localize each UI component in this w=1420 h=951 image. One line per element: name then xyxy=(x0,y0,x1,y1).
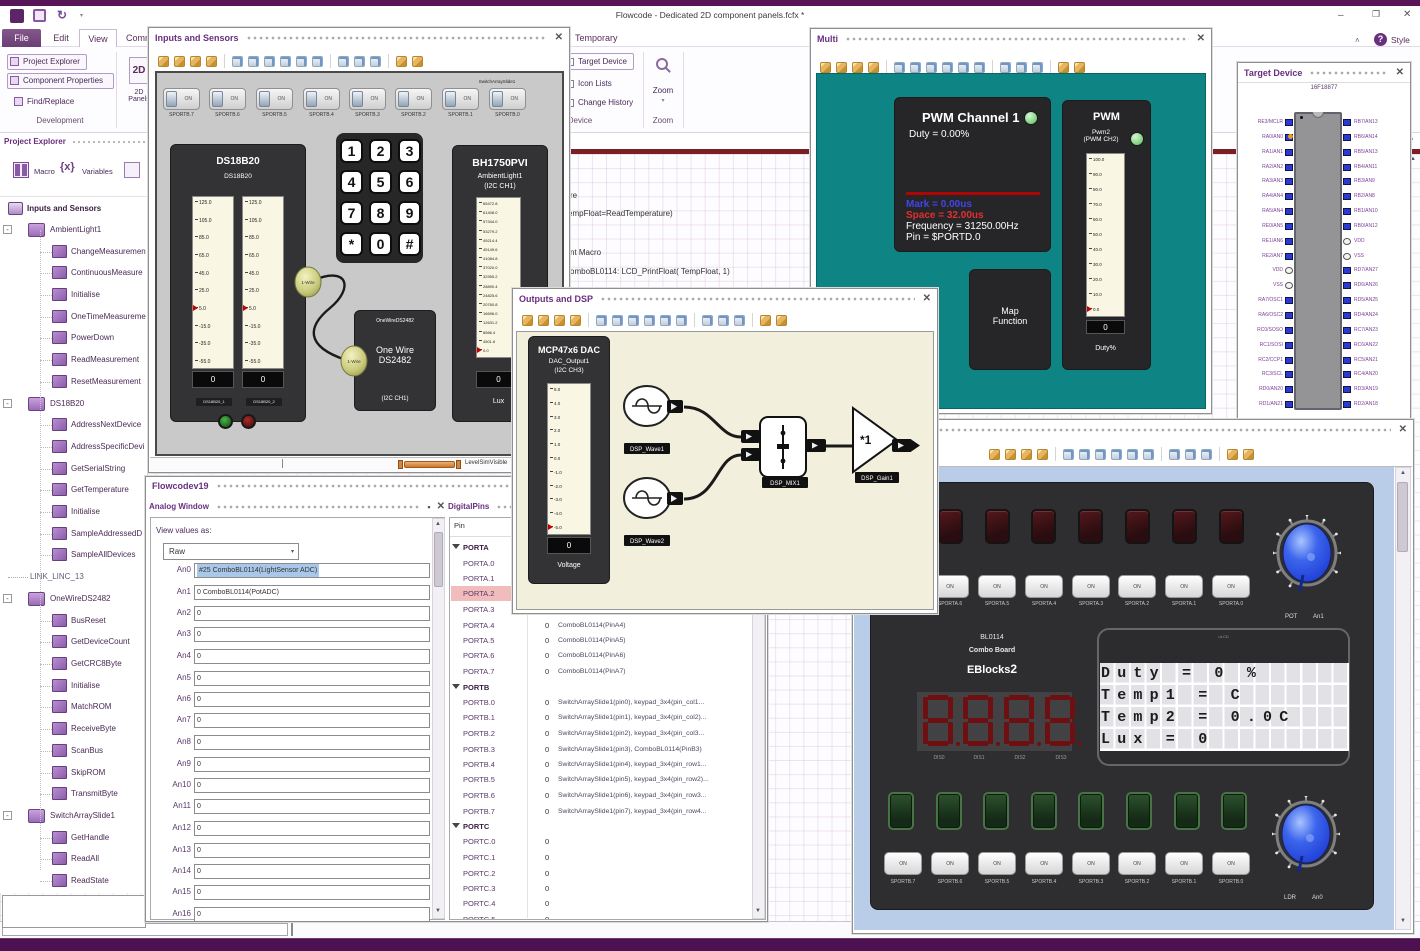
svg-text:*1: *1 xyxy=(860,433,872,447)
svg-text:DSP_MIX1: DSP_MIX1 xyxy=(770,481,800,487)
svg-text:DSP_Wave1: DSP_Wave1 xyxy=(630,447,665,453)
svg-text:1-Wire: 1-Wire xyxy=(347,359,361,364)
svg-text:DSP_Gain1: DSP_Gain1 xyxy=(861,476,893,482)
svg-text:DSP_Wave2: DSP_Wave2 xyxy=(630,539,665,545)
svg-text:1-Wire: 1-Wire xyxy=(301,280,315,285)
